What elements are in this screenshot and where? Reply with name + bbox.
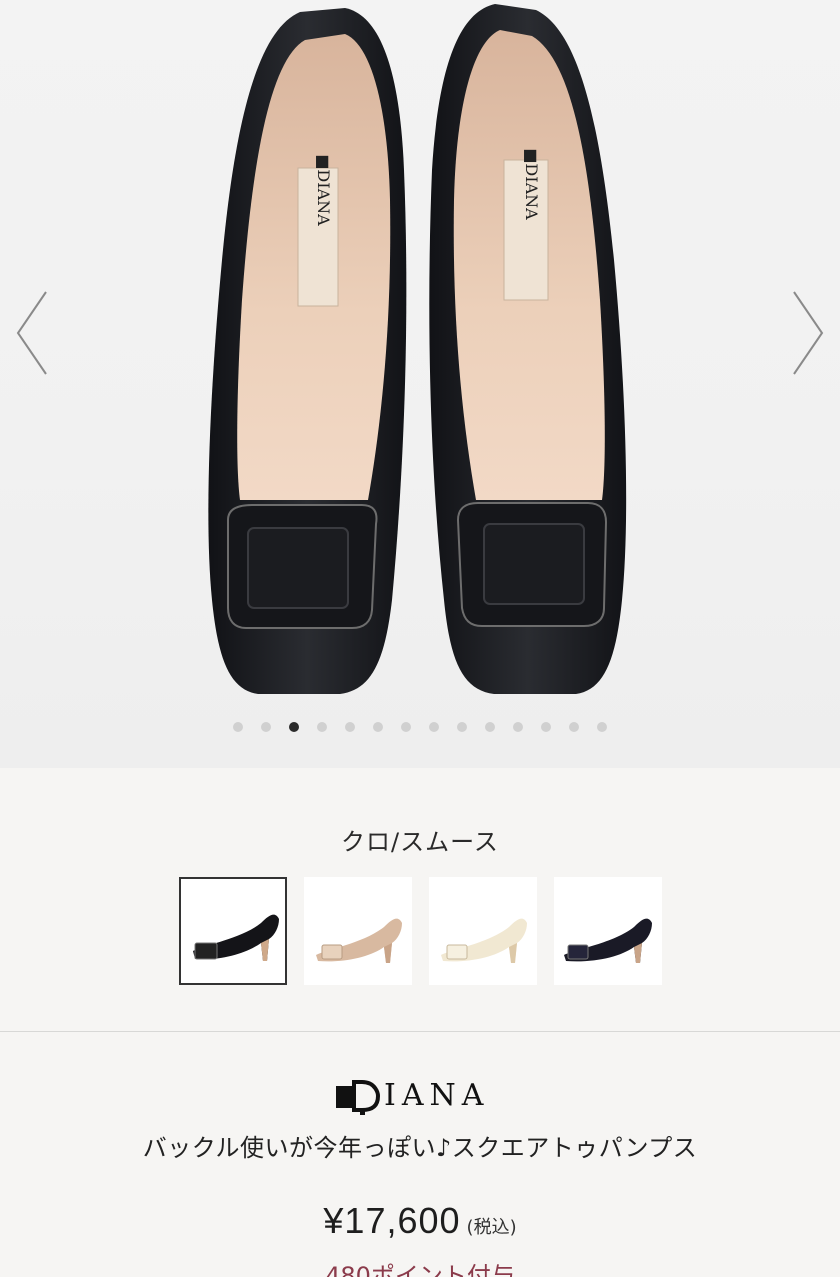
gallery-dot[interactable] bbox=[345, 722, 355, 732]
gallery-dot[interactable] bbox=[513, 722, 523, 732]
gallery-dot[interactable] bbox=[429, 722, 439, 732]
brand-mark-icon bbox=[336, 1080, 380, 1115]
price-row: ¥17,600 (税込) bbox=[0, 1200, 840, 1242]
gallery-dot[interactable] bbox=[569, 722, 579, 732]
gallery-dot[interactable] bbox=[597, 722, 607, 732]
brand-logo[interactable]: IANA bbox=[332, 1074, 502, 1118]
left-shoe: ■DIANA bbox=[208, 8, 407, 694]
gallery-dot[interactable] bbox=[541, 722, 551, 732]
gallery-pagination-dots bbox=[0, 722, 840, 734]
product-main-image: ■DIANA ■DIANA bbox=[208, 4, 627, 694]
prev-image-arrow-icon[interactable] bbox=[12, 288, 52, 378]
gallery-dot[interactable] bbox=[401, 722, 411, 732]
right-shoe: ■DIANA bbox=[429, 4, 627, 694]
gallery-dot[interactable] bbox=[457, 722, 467, 732]
color-variant-thumb-navy[interactable] bbox=[554, 877, 662, 985]
color-variant-thumb-black[interactable] bbox=[179, 877, 287, 985]
gallery-dot[interactable] bbox=[317, 722, 327, 732]
gallery-dot[interactable] bbox=[289, 722, 299, 732]
gallery-dot[interactable] bbox=[485, 722, 495, 732]
next-image-arrow-icon[interactable] bbox=[788, 288, 828, 378]
section-divider bbox=[0, 1031, 840, 1032]
points-earned: 480ポイント付与 bbox=[325, 1262, 515, 1277]
insole-logo-right: ■DIANA bbox=[522, 148, 541, 220]
brand-name: IANA bbox=[384, 1078, 490, 1113]
selected-color-name: クロ/スムース bbox=[341, 828, 499, 856]
product-price: ¥17,600 bbox=[323, 1200, 461, 1241]
tax-label: (税込) bbox=[466, 1217, 517, 1238]
color-variant-thumb-ivory[interactable] bbox=[429, 877, 537, 985]
color-variant-thumb-beige[interactable] bbox=[304, 877, 412, 985]
gallery-dot[interactable] bbox=[233, 722, 243, 732]
gallery-dot[interactable] bbox=[261, 722, 271, 732]
product-image-gallery[interactable]: ■DIANA ■DIANA bbox=[0, 0, 840, 768]
product-page: ■DIANA ■DIANA クロ/スムース IANA バックル使いが今年っぽい♪… bbox=[0, 0, 840, 1277]
gallery-dot[interactable] bbox=[373, 722, 383, 732]
product-title: バックル使いが今年っぽい♪スクエアトゥパンプス bbox=[142, 1134, 698, 1162]
insole-logo-left: ■DIANA bbox=[314, 154, 333, 226]
